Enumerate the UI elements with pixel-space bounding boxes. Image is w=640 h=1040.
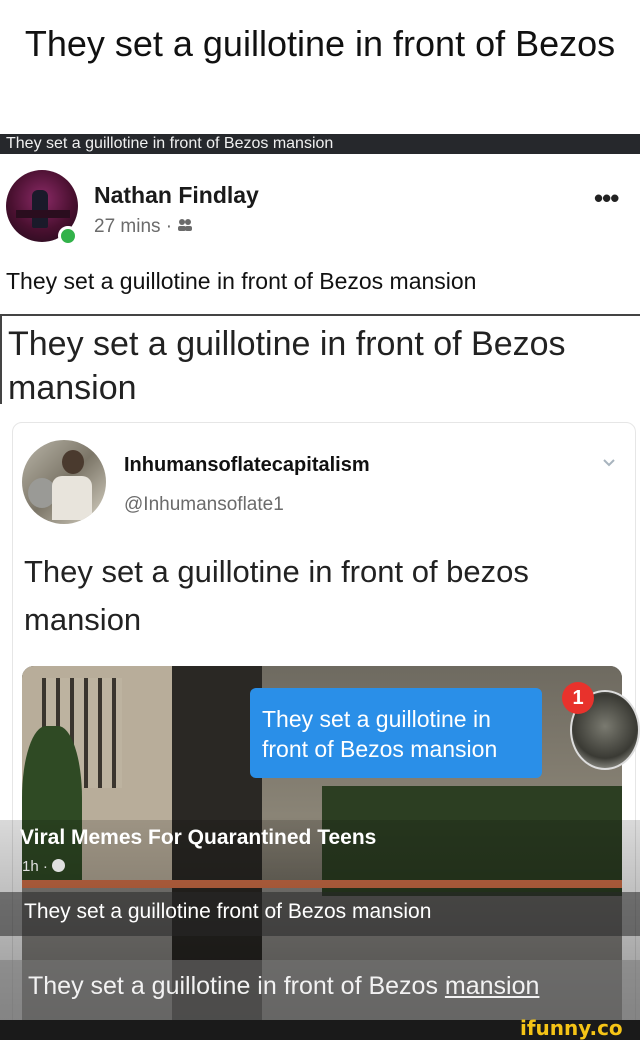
- tweet-avatar[interactable]: [22, 440, 106, 524]
- bottom-caption-link[interactable]: mansion: [445, 972, 540, 1000]
- globe-icon: [51, 859, 65, 872]
- tweet-text: They set a guillotine in front of bezos …: [24, 554, 529, 637]
- notification-badge: 1: [562, 682, 594, 714]
- page-post-time: 1h ·: [22, 858, 65, 875]
- tweet-author-handle[interactable]: @Inhumansoflate1: [124, 494, 284, 516]
- friends-icon: [177, 219, 193, 235]
- screenshot-title-bar: They set a guillotine in front of Bezos …: [0, 134, 640, 154]
- bottom-caption-a: They set a guillotine in front of Bezos: [28, 972, 445, 1000]
- bottom-caption: They set a guillotine in front of Bezos …: [28, 972, 539, 1001]
- page-name[interactable]: Viral Memes For Quarantined Teens: [20, 826, 376, 850]
- chat-bubble: They set a guillotine in front of Bezos …: [250, 688, 542, 778]
- post-time[interactable]: 27 mins ·: [94, 216, 172, 237]
- more-options-icon[interactable]: •••: [594, 185, 619, 211]
- tweet-author-name[interactable]: Inhumansoflatecapitalism: [124, 454, 370, 477]
- shared-post-border: [0, 314, 640, 316]
- shared-post-title: They set a guillotine in front of Bezos …: [8, 325, 566, 407]
- author-name[interactable]: Nathan Findlay: [94, 182, 259, 209]
- page-time-text: 1h ·: [22, 858, 48, 875]
- media-caption: They set a guillotine front of Bezos man…: [24, 900, 432, 923]
- chevron-down-icon[interactable]: [600, 454, 618, 472]
- ifunny-watermark: ifunny.co: [520, 1016, 623, 1040]
- post-meta: 27 mins ·: [94, 216, 193, 238]
- post-text: They set a guillotine in front of Bezos …: [6, 268, 477, 294]
- online-status-dot: [58, 226, 78, 246]
- page-title: They set a guillotine in front of Bezos: [24, 23, 616, 64]
- shared-post-border-left: [0, 314, 2, 404]
- screenshot-title-text: They set a guillotine in front of Bezos …: [6, 135, 334, 152]
